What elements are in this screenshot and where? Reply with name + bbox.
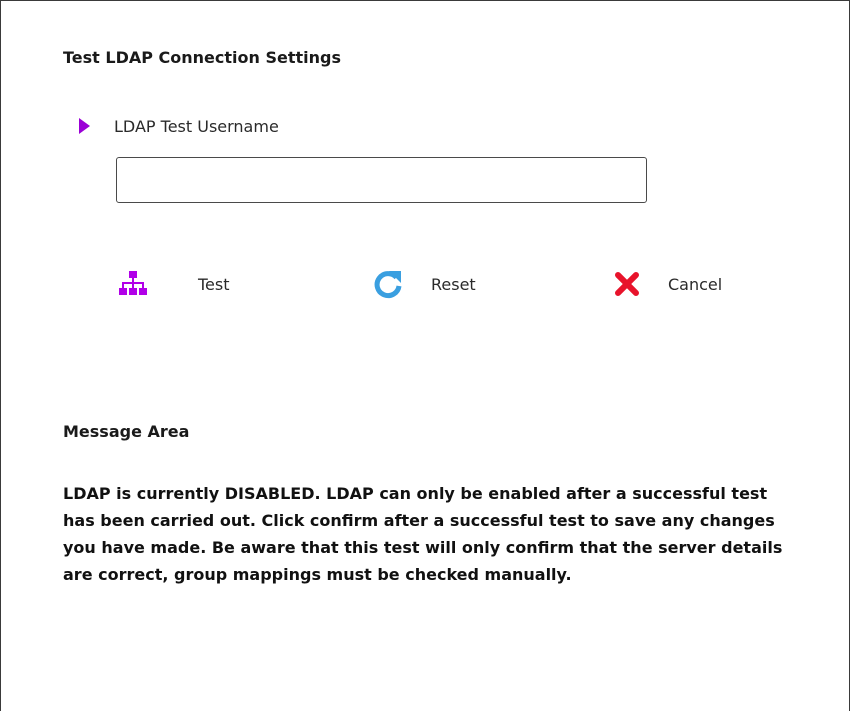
refresh-icon	[371, 267, 405, 301]
username-label: LDAP Test Username	[114, 116, 279, 136]
cancel-button-label: Cancel	[668, 274, 723, 294]
username-input[interactable]	[116, 157, 647, 203]
cancel-button[interactable]: Cancel	[610, 267, 722, 301]
ldap-test-dialog: Test LDAP Connection Settings LDAP Test …	[0, 0, 850, 711]
caret-right-icon	[79, 118, 90, 134]
reset-button-label: Reset	[431, 274, 476, 294]
message-area-title: Message Area	[63, 422, 190, 441]
username-field-row: LDAP Test Username	[79, 113, 279, 139]
message-area-text: LDAP is currently DISABLED. LDAP can onl…	[63, 484, 783, 584]
close-icon	[610, 267, 644, 301]
test-button-label: Test	[198, 274, 230, 294]
test-button[interactable]: Test	[116, 267, 230, 301]
reset-button[interactable]: Reset	[371, 267, 476, 301]
section-title: Test LDAP Connection Settings	[63, 48, 341, 67]
sitemap-icon	[116, 267, 150, 301]
